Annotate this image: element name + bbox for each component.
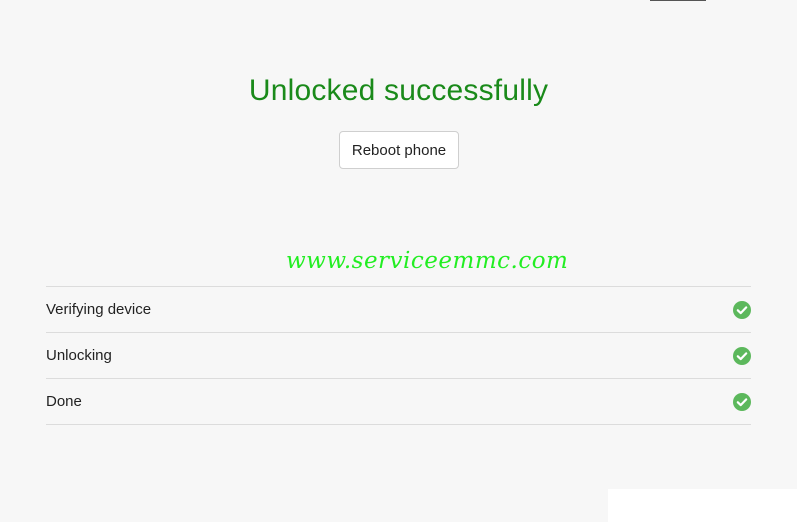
check-circle-icon	[733, 392, 751, 411]
step-label: Unlocking	[46, 347, 112, 364]
check-circle-icon	[733, 300, 751, 319]
step-verifying-device: Verifying device	[46, 287, 751, 333]
link-underline	[650, 0, 706, 1]
step-done: Done	[46, 379, 751, 425]
step-label: Done	[46, 393, 82, 410]
corner-overlay-patch	[608, 489, 797, 522]
watermark-text: www.serviceemmc.com	[286, 248, 569, 274]
reboot-phone-button[interactable]: Reboot phone	[339, 131, 459, 169]
top-link-fragment	[631, 0, 706, 2]
check-circle-icon	[733, 346, 751, 365]
progress-steps-list: Verifying device Unlocking Done	[46, 286, 751, 425]
step-label: Verifying device	[46, 301, 152, 318]
step-unlocking: Unlocking	[46, 333, 751, 379]
arrow-fragment-icon	[631, 0, 639, 2]
status-title: Unlocked successfully	[248, 74, 549, 107]
